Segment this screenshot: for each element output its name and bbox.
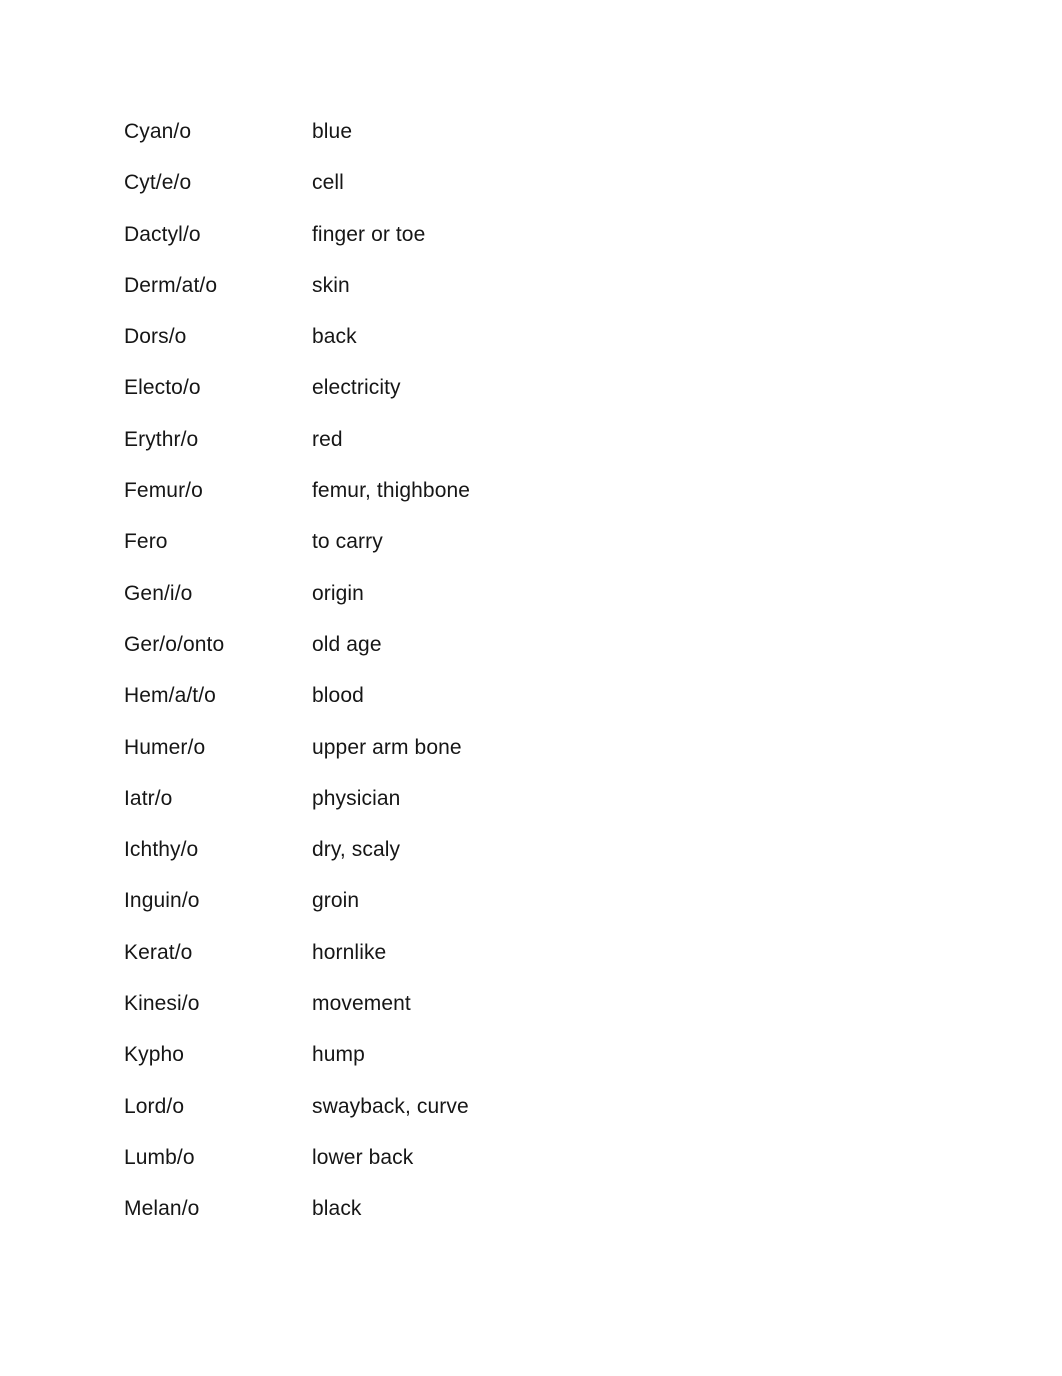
glossary-entry: Lord/o swayback, curve <box>124 1093 944 1144</box>
glossary-entry: Derm/at/o skin <box>124 272 944 323</box>
term-text: Ichthy/o <box>124 838 199 862</box>
glossary-entry: Dactyl/o finger or toe <box>124 221 944 272</box>
glossary-entry: Ichthy/o dry, scaly <box>124 836 944 887</box>
definition-text: electricity <box>312 376 401 400</box>
term-text: Ger/o/onto <box>124 632 225 656</box>
term-text: Kinesi/o <box>124 992 200 1016</box>
term-text: Derm/at/o <box>124 273 218 297</box>
glossary-entry: Lumb/o lower back <box>124 1144 944 1195</box>
definition-text: femur, thighbone <box>312 479 471 503</box>
glossary-entry: Gen/i/o origin <box>124 580 944 631</box>
term-text: Lord/o <box>124 1094 185 1118</box>
term-text: Inguin/o <box>124 889 200 913</box>
definition-text: dry, scaly <box>312 838 401 862</box>
definition-text: finger or toe <box>312 222 426 246</box>
glossary-entry: Electo/o electricity <box>124 374 944 425</box>
glossary-list: Cyan/o blue Cyt/e/o cell Dactyl/o finger or t… <box>124 118 944 1247</box>
definition-text: old age <box>312 632 382 656</box>
glossary-entry: Humer/o upper arm bone <box>124 734 944 785</box>
term-text: Humer/o <box>124 735 206 759</box>
term-text: Erythr/o <box>124 427 199 451</box>
definition-text: swayback, curve <box>312 1094 469 1118</box>
term-text: Lumb/o <box>124 1145 195 1169</box>
glossary-entry: Kypho hump <box>124 1041 944 1092</box>
term-text: Iatr/o <box>124 786 173 810</box>
glossary-entry: Fero to carry <box>124 528 944 579</box>
definition-text: physician <box>312 786 401 810</box>
glossary-entry: Ger/o/onto old age <box>124 631 944 682</box>
definition-text: groin <box>312 889 360 913</box>
term-text: Cyt/e/o <box>124 171 192 195</box>
term-text: Femur/o <box>124 479 203 503</box>
term-text: Melan/o <box>124 1197 200 1221</box>
term-text: Electo/o <box>124 376 201 400</box>
definition-text: skin <box>312 273 350 297</box>
term-text: Hem/a/t/o <box>124 684 216 708</box>
definition-text: back <box>312 325 357 349</box>
definition-text: hump <box>312 1043 365 1067</box>
glossary-entry: Cyan/o blue <box>124 118 944 169</box>
glossary-entry: Cyt/e/o cell <box>124 169 944 220</box>
glossary-entry: Dors/o back <box>124 323 944 374</box>
term-text: Dors/o <box>124 325 187 349</box>
definition-text: blue <box>312 120 353 143</box>
definition-text: origin <box>312 581 364 605</box>
glossary-entry: Kerat/o hornlike <box>124 939 944 990</box>
term-text: Dactyl/o <box>124 222 201 246</box>
term-text: Gen/i/o <box>124 581 193 605</box>
definition-text: movement <box>312 992 411 1016</box>
definition-text: hornlike <box>312 940 387 964</box>
glossary-entry: Kinesi/o movement <box>124 990 944 1041</box>
term-text: Kerat/o <box>124 940 193 964</box>
glossary-entry: Inguin/o groin <box>124 887 944 938</box>
definition-text: upper arm bone <box>312 735 462 759</box>
definition-text: cell <box>312 171 344 195</box>
definition-text: black <box>312 1197 362 1221</box>
glossary-entry: Melan/o black <box>124 1195 944 1246</box>
term-text: Fero <box>124 530 168 554</box>
document-page: Cyan/o blue Cyt/e/o cell Dactyl/o finger or t… <box>0 0 1062 1376</box>
glossary-entry: Femur/o femur, thighbone <box>124 477 944 528</box>
term-text: Cyan/o <box>124 120 192 143</box>
definition-text: red <box>312 427 343 451</box>
glossary-entry: Iatr/o physician <box>124 785 944 836</box>
definition-text: to carry <box>312 530 383 554</box>
definition-text: lower back <box>312 1145 414 1169</box>
glossary-entry: Hem/a/t/o blood <box>124 682 944 733</box>
definition-text: blood <box>312 684 364 708</box>
term-text: Kypho <box>124 1043 185 1067</box>
glossary-entry: Erythr/o red <box>124 426 944 477</box>
